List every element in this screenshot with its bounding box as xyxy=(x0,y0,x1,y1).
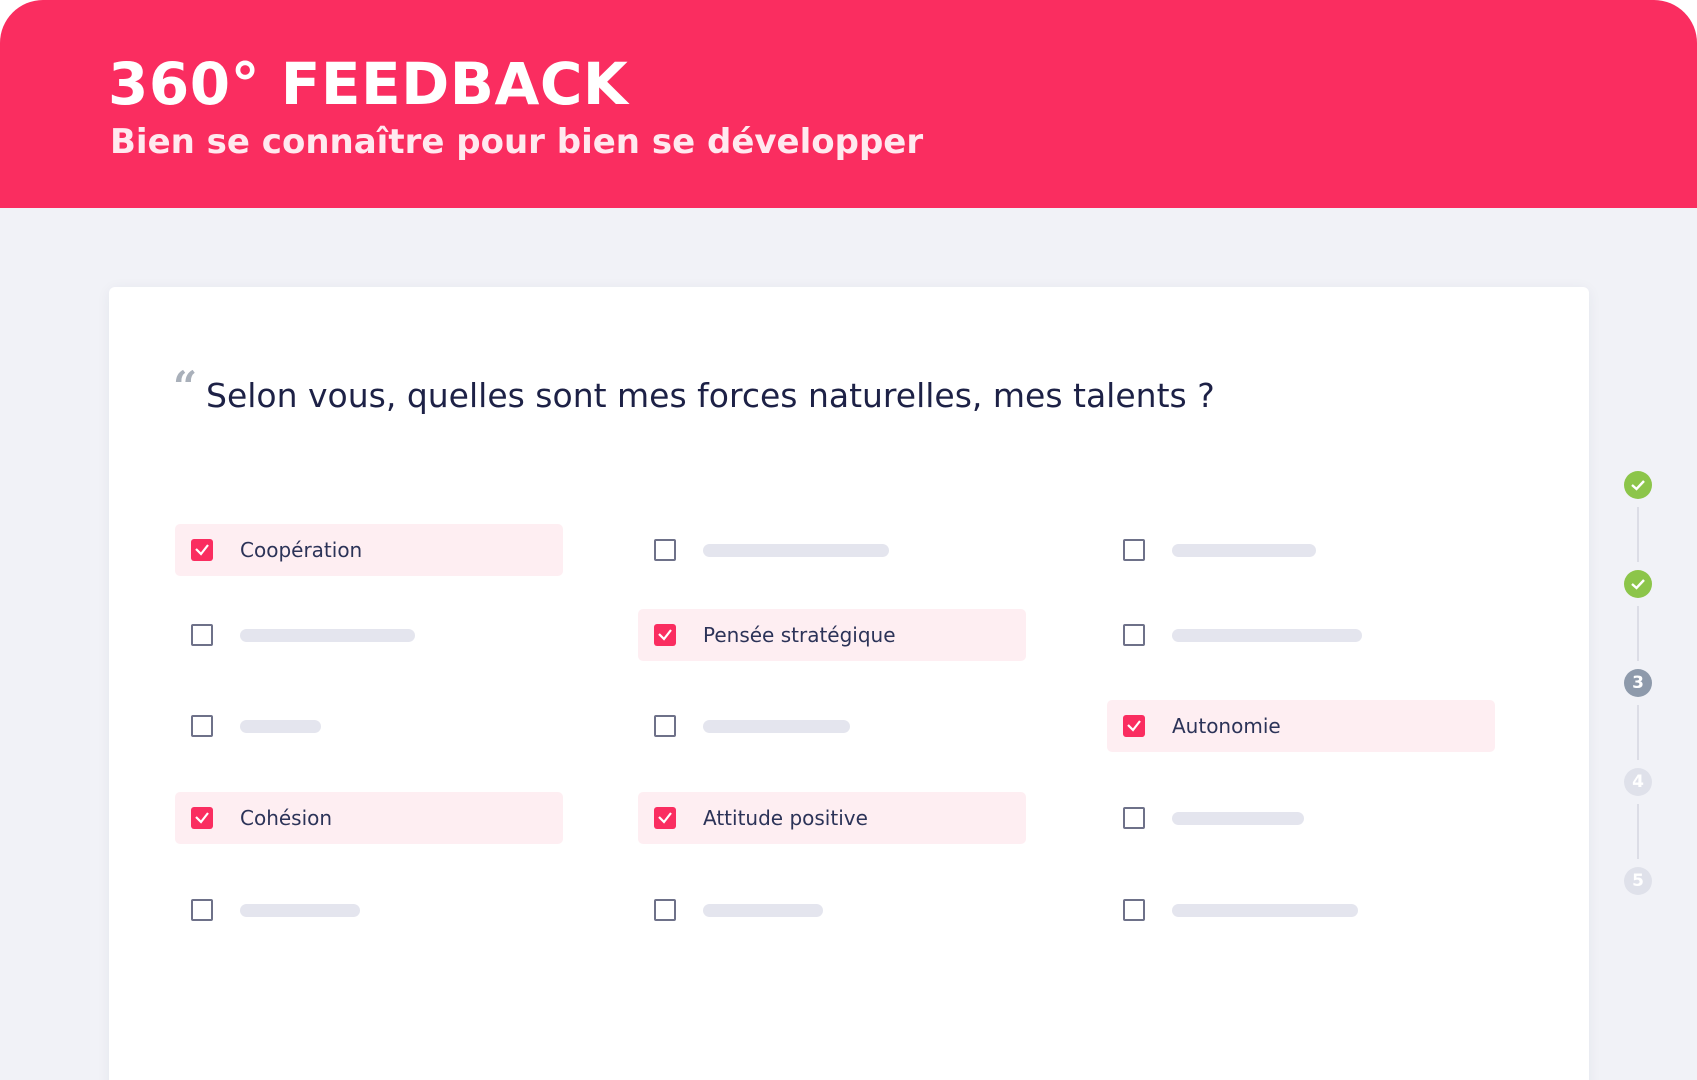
step-connector xyxy=(1637,705,1639,760)
check-icon xyxy=(1631,579,1645,590)
option-placeholder xyxy=(240,629,415,642)
checkbox-unchecked[interactable] xyxy=(654,899,676,921)
check-icon xyxy=(1127,720,1141,732)
step-5-pending[interactable]: 5 xyxy=(1624,867,1652,895)
check-icon xyxy=(195,544,209,556)
checkbox-unchecked[interactable] xyxy=(1123,539,1145,561)
checkbox-unchecked[interactable] xyxy=(191,715,213,737)
option-item[interactable] xyxy=(1107,884,1495,936)
option-placeholder xyxy=(240,904,361,917)
option-item[interactable] xyxy=(638,700,1026,752)
option-item[interactable] xyxy=(1107,609,1495,661)
step-3-current[interactable]: 3 xyxy=(1624,669,1652,697)
option-placeholder xyxy=(703,720,851,733)
option-label: Coopération xyxy=(240,538,363,562)
option-placeholder xyxy=(703,904,824,917)
checkbox-unchecked[interactable] xyxy=(191,899,213,921)
check-icon xyxy=(658,812,672,824)
option-item[interactable] xyxy=(175,884,563,936)
option-label: Autonomie xyxy=(1172,714,1281,738)
checkbox-unchecked[interactable] xyxy=(1123,624,1145,646)
option-item[interactable]: Cohésion xyxy=(175,792,563,844)
option-label: Pensée stratégique xyxy=(703,623,896,647)
option-placeholder xyxy=(1172,812,1304,825)
checkbox-unchecked[interactable] xyxy=(1123,899,1145,921)
option-placeholder xyxy=(1172,904,1359,917)
check-icon xyxy=(195,812,209,824)
checkbox-unchecked[interactable] xyxy=(191,624,213,646)
option-item[interactable]: Coopération xyxy=(175,524,563,576)
option-item[interactable]: Autonomie xyxy=(1107,700,1495,752)
checkbox-unchecked[interactable] xyxy=(654,715,676,737)
step-number: 3 xyxy=(1632,673,1644,693)
option-item[interactable] xyxy=(1107,524,1495,576)
option-label: Cohésion xyxy=(240,806,333,830)
check-icon xyxy=(658,629,672,641)
quote-icon: “ xyxy=(173,362,198,411)
option-placeholder xyxy=(240,720,322,733)
step-1-done[interactable] xyxy=(1624,471,1652,499)
step-connector xyxy=(1637,804,1639,859)
option-item[interactable]: Pensée stratégique xyxy=(638,609,1026,661)
option-placeholder xyxy=(1172,544,1316,557)
step-connector xyxy=(1637,606,1639,661)
checkbox-checked[interactable] xyxy=(191,539,213,561)
option-item[interactable] xyxy=(1107,792,1495,844)
option-item[interactable]: Attitude positive xyxy=(638,792,1026,844)
step-number: 4 xyxy=(1632,772,1644,792)
header-banner: 360° FEEDBACK Bien se connaître pour bie… xyxy=(0,0,1697,208)
option-placeholder xyxy=(703,544,890,557)
step-4-pending[interactable]: 4 xyxy=(1624,768,1652,796)
step-number: 5 xyxy=(1632,871,1644,891)
check-icon xyxy=(1631,480,1645,491)
option-label: Attitude positive xyxy=(703,806,868,830)
option-item[interactable] xyxy=(175,700,563,752)
checkbox-unchecked[interactable] xyxy=(1123,807,1145,829)
checkbox-checked[interactable] xyxy=(1123,715,1145,737)
option-placeholder xyxy=(1172,629,1363,642)
page-title: 360° FEEDBACK xyxy=(108,50,629,118)
option-item[interactable] xyxy=(638,884,1026,936)
page-subtitle: Bien se connaître pour bien se développe… xyxy=(110,122,924,162)
page: 360° FEEDBACK Bien se connaître pour bie… xyxy=(0,0,1697,1080)
checkbox-checked[interactable] xyxy=(191,807,213,829)
step-connector xyxy=(1637,507,1639,562)
step-2-done[interactable] xyxy=(1624,570,1652,598)
checkbox-checked[interactable] xyxy=(654,807,676,829)
option-item[interactable] xyxy=(175,609,563,661)
question-text: Selon vous, quelles sont mes forces natu… xyxy=(206,376,1215,415)
checkbox-checked[interactable] xyxy=(654,624,676,646)
option-item[interactable] xyxy=(638,524,1026,576)
checkbox-unchecked[interactable] xyxy=(654,539,676,561)
